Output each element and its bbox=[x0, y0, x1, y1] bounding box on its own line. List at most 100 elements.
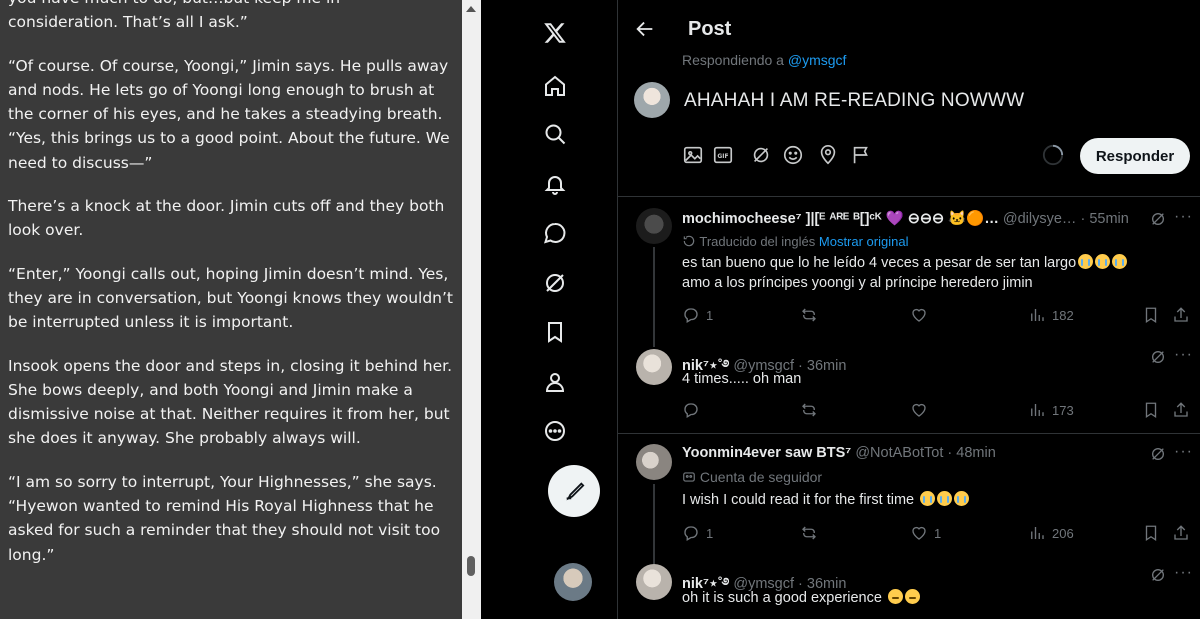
views-count: 182 bbox=[1052, 307, 1074, 323]
flag-icon[interactable] bbox=[850, 144, 872, 166]
grok-icon[interactable] bbox=[750, 144, 772, 166]
svg-text:GIF: GIF bbox=[717, 153, 728, 160]
mask-icon bbox=[683, 472, 695, 482]
more-options-icon[interactable]: ··· bbox=[1174, 565, 1192, 584]
share-action[interactable] bbox=[1172, 305, 1196, 325]
scrollbar-thumb[interactable] bbox=[467, 556, 475, 576]
author-handle[interactable]: @NotABotTot bbox=[855, 445, 943, 461]
reply-tweet[interactable]: Yoonmin4ever saw BTS⁷ @NotABotTot · 48mi… bbox=[618, 434, 1200, 564]
views-action[interactable]: 206 bbox=[1028, 523, 1074, 543]
like-action[interactable] bbox=[910, 305, 934, 325]
more-options-icon[interactable]: ··· bbox=[1174, 209, 1192, 228]
reply-input[interactable]: AHAHAH I AM RE-READING NOWWW bbox=[684, 90, 1024, 112]
like-action[interactable] bbox=[910, 400, 934, 420]
messages-icon[interactable] bbox=[534, 212, 576, 254]
share-action[interactable] bbox=[1172, 523, 1196, 543]
bookmark-action[interactable] bbox=[1142, 400, 1166, 420]
home-icon[interactable] bbox=[534, 65, 576, 107]
reader-scrollbar[interactable] bbox=[462, 0, 481, 619]
media-image-icon[interactable] bbox=[682, 144, 704, 166]
account-avatar[interactable] bbox=[554, 563, 592, 601]
tweet-text: es tan bueno que lo he leído 4 veces a p… bbox=[682, 253, 1152, 293]
avatar[interactable] bbox=[636, 208, 672, 244]
reply-count: 1 bbox=[706, 307, 714, 323]
story-paragraph: “I am so sorry to interrupt, Your Highne… bbox=[8, 472, 441, 564]
repost-action[interactable] bbox=[800, 400, 824, 420]
crying-emoji bbox=[920, 491, 936, 506]
share-icon bbox=[1174, 307, 1188, 322]
reply-action[interactable] bbox=[682, 400, 706, 420]
author-name[interactable]: Yoonmin4ever saw BTS⁷ bbox=[682, 445, 851, 461]
crying-emoji bbox=[1095, 254, 1111, 269]
grok-icon[interactable] bbox=[1150, 349, 1166, 365]
thread-line bbox=[653, 247, 655, 347]
avatar[interactable] bbox=[636, 444, 672, 480]
bookmark-icon bbox=[1145, 525, 1157, 542]
reply-composer: Respondiendo a @ymsgcf AHAHAH I AM RE-RE… bbox=[618, 52, 1200, 197]
scroll-up-icon[interactable] bbox=[466, 6, 476, 12]
replying-to-label: Respondiendo a @ymsgcf bbox=[682, 52, 846, 68]
replying-handle-link[interactable]: @ymsgcf bbox=[788, 52, 847, 68]
location-pin-icon[interactable] bbox=[817, 144, 839, 166]
gif-icon[interactable]: GIF bbox=[712, 144, 734, 166]
grok-icon[interactable] bbox=[1150, 567, 1166, 583]
author-name[interactable]: mochimocheese⁷ ]|[ᴱ ᴬᴿᴱ ᴮ[]ᶜᴷ 💜 ⊖⊖⊖ 🐱🟠… bbox=[682, 211, 999, 227]
back-arrow-icon[interactable] bbox=[634, 18, 656, 40]
avatar[interactable] bbox=[636, 564, 672, 600]
follower-account-label: Cuenta de seguidor bbox=[699, 469, 823, 485]
repost-action[interactable] bbox=[800, 305, 824, 325]
timestamp[interactable]: 48min bbox=[956, 445, 996, 461]
bookmark-action[interactable] bbox=[1142, 305, 1166, 325]
reply-icon bbox=[684, 308, 698, 323]
tweet-header: Yoonmin4ever saw BTS⁷ @NotABotTot · 48mi… bbox=[682, 445, 996, 461]
reader-pane: you have much to do, but…but keep me in … bbox=[0, 0, 462, 619]
composer-avatar bbox=[634, 82, 670, 118]
reply-action[interactable]: 1 bbox=[682, 523, 713, 543]
replying-prefix: Respondiendo a bbox=[682, 52, 784, 68]
share-icon bbox=[1174, 402, 1188, 417]
more-circle-icon[interactable] bbox=[534, 410, 576, 452]
views-action[interactable]: 173 bbox=[1028, 400, 1074, 420]
like-action[interactable]: 1 bbox=[910, 523, 941, 543]
avatar[interactable] bbox=[636, 349, 672, 385]
timestamp[interactable]: 55min bbox=[1089, 211, 1129, 227]
story-paragraph: Insook opens the door and steps in, clos… bbox=[8, 356, 453, 448]
notifications-bell-icon[interactable] bbox=[534, 163, 576, 205]
reply-action[interactable]: 1 bbox=[682, 305, 713, 325]
tweet-text: oh it is such a good experience bbox=[682, 588, 1152, 608]
heart-icon bbox=[912, 526, 926, 540]
feather-pen-icon bbox=[566, 482, 585, 501]
tweet-text: 4 times..... oh man bbox=[682, 371, 802, 387]
grok-icon[interactable] bbox=[534, 262, 576, 304]
x-logo-icon[interactable] bbox=[534, 12, 576, 54]
more-options-icon[interactable]: ··· bbox=[1174, 444, 1192, 463]
bookmark-action[interactable] bbox=[1142, 523, 1166, 543]
share-action[interactable] bbox=[1172, 400, 1196, 420]
reply-tweet[interactable]: nik⁷⋆˚࿔ @ymsgcf · 36min ··· oh it is suc… bbox=[618, 556, 1200, 619]
tweet-text: I wish I could read it for the first tim… bbox=[682, 490, 1152, 510]
grok-icon[interactable] bbox=[1150, 211, 1166, 227]
show-original-link[interactable]: Mostrar original bbox=[819, 234, 909, 249]
author-handle[interactable]: @dilysye… bbox=[1003, 211, 1077, 227]
search-icon[interactable] bbox=[534, 113, 576, 155]
reply-icon bbox=[684, 526, 698, 541]
emoji-icon[interactable] bbox=[782, 144, 804, 166]
post-header: Post bbox=[618, 0, 1200, 52]
tired-face-emoji bbox=[904, 589, 920, 604]
reply-tweet[interactable]: mochimocheese⁷ ]|[ᴱ ᴬᴿᴱ ᴮ[]ᶜᴷ 💜 ⊖⊖⊖ 🐱🟠… … bbox=[618, 197, 1200, 347]
tweet-actions: 1 182 bbox=[682, 305, 1200, 325]
story-paragraph: “Of course. Of course, Yoongi,” Jimin sa… bbox=[8, 56, 450, 172]
views-action[interactable]: 182 bbox=[1028, 305, 1074, 325]
reply-button[interactable]: Responder bbox=[1080, 138, 1190, 174]
tweet-actions: 173 bbox=[682, 400, 1200, 420]
views-chart-icon bbox=[1031, 309, 1044, 321]
repost-action[interactable] bbox=[800, 523, 824, 543]
reply-tweet[interactable]: nik⁷⋆˚࿔ @ymsgcf · 36min ··· 4 times.....… bbox=[618, 343, 1200, 433]
profile-icon[interactable] bbox=[534, 361, 576, 403]
share-icon bbox=[1174, 525, 1188, 540]
compose-post-button[interactable] bbox=[548, 465, 600, 517]
more-options-icon[interactable]: ··· bbox=[1174, 347, 1192, 366]
bookmarks-icon[interactable] bbox=[534, 311, 576, 353]
reply-count: 1 bbox=[706, 525, 714, 541]
grok-icon[interactable] bbox=[1150, 446, 1166, 462]
